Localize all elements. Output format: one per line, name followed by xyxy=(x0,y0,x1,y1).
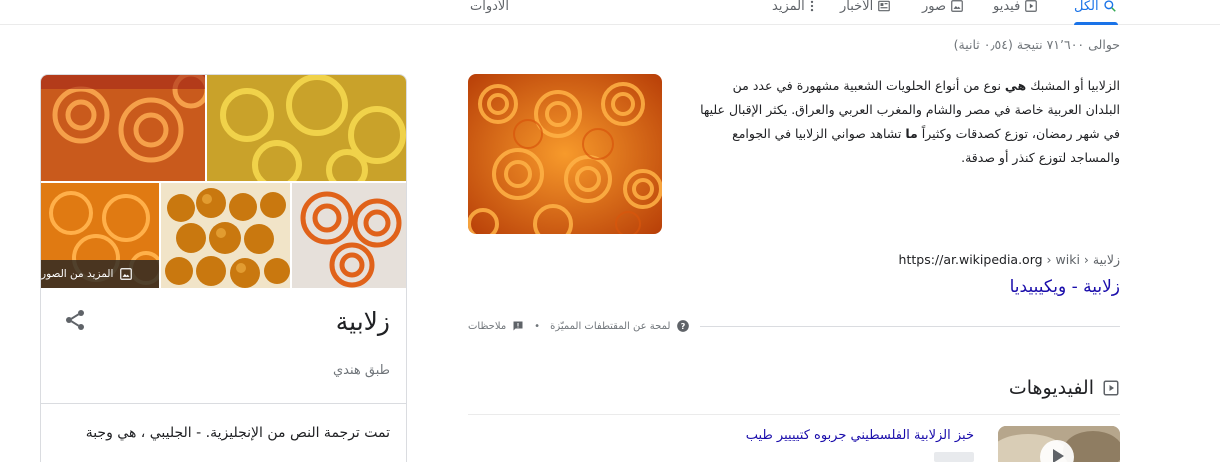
video-result-meta xyxy=(934,452,974,462)
tab-images-label: صور xyxy=(922,0,947,14)
snippet-bold-term: هي xyxy=(1004,78,1027,93)
tab-video-label: فيديو xyxy=(993,0,1021,14)
knowledge-panel-divider xyxy=(41,403,406,404)
tab-more-label: المزيد xyxy=(772,0,805,14)
jalebi-image-1[interactable] xyxy=(41,75,205,181)
tab-images[interactable]: صور xyxy=(922,0,964,17)
active-tab-indicator xyxy=(1074,22,1118,25)
videos-section-header: الفيديوهات xyxy=(1009,377,1120,399)
video-icon xyxy=(1103,380,1119,396)
jalebi-image-4[interactable] xyxy=(292,183,406,288)
image-icon xyxy=(951,0,963,12)
tab-news[interactable]: الأخبار xyxy=(840,0,891,17)
share-icon[interactable] xyxy=(63,308,87,332)
videos-divider xyxy=(468,414,1120,415)
source-title-link[interactable]: زلابية - ويكيبيديا xyxy=(1010,277,1120,297)
videos-title: الفيديوهات xyxy=(1008,377,1094,399)
featured-snippet-image[interactable] xyxy=(468,74,662,234)
separator-dot: • xyxy=(534,320,541,332)
knowledge-panel-description: تمت ترجمة النص من الإنجليزية. - الجليبي … xyxy=(85,425,390,441)
search-tabs-bar: الكل فيديو صور الأخبار المزيد الأدوات xyxy=(0,0,1220,25)
knowledge-panel-title: زلابية xyxy=(335,307,390,336)
jalebi-image-3[interactable]: المزيد من الصور xyxy=(41,183,159,288)
feedback-icon[interactable] xyxy=(512,320,524,332)
more-images-label: المزيد من الصور xyxy=(41,268,114,280)
results-count: حوالى ٧١٬٦٠٠ نتيجة (٠٫٥٤ ثانية) xyxy=(953,37,1120,52)
video-thumbnail[interactable] xyxy=(998,426,1120,462)
knowledge-panel-image-grid: المزيد من الصور xyxy=(41,75,406,288)
search-icon xyxy=(1103,0,1116,12)
featured-snippet-text: الزلابيا أو المشبك هي نوع من أنواع الحلو… xyxy=(700,74,1120,170)
snippet-bold-term: ما xyxy=(905,126,918,141)
help-icon[interactable]: ? xyxy=(676,319,690,333)
source-domain: https://ar.wikipedia.org xyxy=(898,252,1043,267)
video-result-title[interactable]: خبز الزلابية الفلسطيني جربوه كتيييير طيب xyxy=(746,428,974,443)
tab-tools-label: الأدوات xyxy=(470,0,509,14)
knowledge-panel: المزيد من الصور زلابية طبق هندي تمت ترجم… xyxy=(40,74,407,462)
snippet-text-part: الزلابيا أو المشبك xyxy=(1026,78,1120,93)
news-icon xyxy=(878,0,891,12)
more-images-button[interactable]: المزيد من الصور xyxy=(41,260,159,288)
tab-all-label: الكل xyxy=(1074,0,1099,14)
tab-all[interactable]: الكل xyxy=(1074,0,1117,17)
tab-news-label: الأخبار xyxy=(840,0,874,14)
tab-more[interactable]: المزيد xyxy=(772,0,815,17)
feedback-notes-link[interactable]: ملاحظات xyxy=(468,321,506,332)
tab-tools[interactable]: الأدوات xyxy=(470,0,509,17)
video-icon xyxy=(1025,0,1038,12)
source-url[interactable]: https://ar.wikipedia.org › wiki › زلابية xyxy=(899,252,1120,267)
svg-text:?: ? xyxy=(681,321,686,331)
tab-video[interactable]: فيديو xyxy=(993,0,1038,17)
snippet-feedback-bar: ملاحظات • لمحة عن المقتطفات المميّزة ? xyxy=(468,318,690,334)
snippet-divider xyxy=(700,326,1120,327)
jalebi-image-2[interactable] xyxy=(207,75,406,181)
about-featured-snippets-link[interactable]: لمحة عن المقتطفات المميّزة xyxy=(550,321,670,332)
image-icon xyxy=(120,268,133,280)
source-path: › wiki › زلابية xyxy=(1042,252,1120,267)
luqaimat-image[interactable] xyxy=(161,183,290,288)
more-vert-icon xyxy=(810,0,813,12)
knowledge-panel-subtitle: طبق هندي xyxy=(332,363,390,378)
